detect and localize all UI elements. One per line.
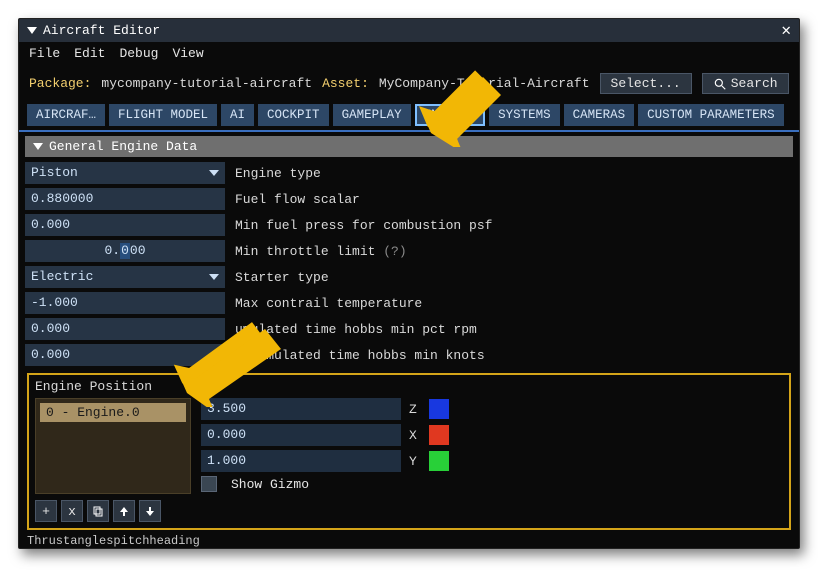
engine-list-box[interactable]: 0 - Engine.0 — [35, 398, 191, 494]
engine-position-panel: Engine Position 0 - Engine.0 + x — [27, 373, 791, 530]
property-label: Starter type — [225, 270, 329, 285]
numeric-field[interactable]: 0.880000 — [25, 188, 225, 210]
menu-file[interactable]: File — [29, 46, 60, 61]
engine-move-up-button[interactable] — [113, 500, 135, 522]
engine-coords: 3.500 Z 0.000 X 1.000 Y Show Gizmo — [201, 398, 783, 522]
axis-color-swatch — [429, 399, 449, 419]
package-row: Package: mycompany-tutorial-aircraft Ass… — [19, 65, 799, 98]
property-row: 0.880000Fuel flow scalar — [25, 187, 793, 211]
property-label: Max contrail temperature — [225, 296, 422, 311]
section-title: General Engine Data — [49, 139, 197, 154]
dropdown-field[interactable]: Electric — [25, 266, 225, 288]
property-row: 0.000Min throttle limit (?) — [25, 239, 793, 263]
property-label: umulated time hobbs min pct rpm — [225, 322, 477, 337]
general-engine-data-rows: PistonEngine type0.880000Fuel flow scala… — [19, 161, 799, 367]
tab-aircraft[interactable]: AIRCRAF… — [27, 104, 105, 126]
axis-label: X — [409, 428, 421, 443]
asset-value: MyCompany-Tutorial-Aircraft — [379, 76, 590, 91]
engine-position-title: Engine Position — [35, 379, 783, 394]
engine-list: 0 - Engine.0 + x — [35, 398, 191, 522]
search-button[interactable]: Search — [702, 73, 789, 94]
hint-icon[interactable]: (?) — [375, 244, 406, 259]
engine-copy-button[interactable] — [87, 500, 109, 522]
tab-cockpit[interactable]: COCKPIT — [258, 104, 329, 126]
coord-row: 0.000 X — [201, 424, 783, 446]
window-title: Aircraft Editor — [43, 23, 160, 38]
aircraft-editor-window: Aircraft Editor ✕ File Edit Debug View P… — [18, 18, 800, 549]
property-row: 0.000Accumulated time hobbs min knots — [25, 343, 793, 367]
property-row: 0.000Min fuel press for combustion psf — [25, 213, 793, 237]
tab-ai[interactable]: AI — [221, 104, 254, 126]
menu-debug[interactable]: Debug — [119, 46, 158, 61]
axis-color-swatch — [429, 425, 449, 445]
copy-icon — [92, 505, 104, 517]
property-row: 0.000 umulated time hobbs min pct rpm — [25, 317, 793, 341]
tab-cameras[interactable]: CAMERAS — [564, 104, 635, 126]
show-gizmo-checkbox[interactable] — [201, 476, 217, 492]
close-icon[interactable]: ✕ — [781, 24, 791, 38]
property-row: -1.000Max contrail temperature — [25, 291, 793, 315]
search-icon — [713, 77, 727, 91]
property-label: Engine type — [225, 166, 321, 181]
package-label: Package: — [29, 76, 91, 91]
titlebar: Aircraft Editor ✕ — [19, 19, 799, 42]
arrow-up-icon — [118, 505, 130, 517]
tab-engines[interactable]: ENGINES — [415, 104, 486, 126]
arrow-down-icon — [144, 505, 156, 517]
menu-view[interactable]: View — [172, 46, 203, 61]
property-label: Min fuel press for combustion psf — [225, 218, 492, 233]
engine-list-item[interactable]: 0 - Engine.0 — [40, 403, 186, 422]
engine-add-button[interactable]: + — [35, 500, 57, 522]
axis-label: Z — [409, 402, 421, 417]
package-value: mycompany-tutorial-aircraft — [101, 76, 312, 91]
coord-row: 1.000 Y — [201, 450, 783, 472]
show-gizmo-label: Show Gizmo — [225, 477, 309, 492]
numeric-field[interactable]: 0.000 — [25, 344, 225, 366]
tabs: AIRCRAF… FLIGHT MODEL AI COCKPIT GAMEPLA… — [19, 98, 799, 132]
property-label: Accumulated time hobbs min knots — [225, 348, 485, 363]
tab-systems[interactable]: SYSTEMS — [489, 104, 560, 126]
engine-move-down-button[interactable] — [139, 500, 161, 522]
coord-field-y[interactable]: 1.000 — [201, 450, 401, 472]
engine-delete-button[interactable]: x — [61, 500, 83, 522]
coord-field-z[interactable]: 3.500 — [201, 398, 401, 420]
tab-custom-parameters[interactable]: CUSTOM PARAMETERS — [638, 104, 784, 126]
numeric-field[interactable]: -1.000 — [25, 292, 225, 314]
menu-edit[interactable]: Edit — [74, 46, 105, 61]
property-label: Fuel flow scalar — [225, 192, 360, 207]
numeric-field[interactable]: 0.000 — [25, 214, 225, 236]
property-row: PistonEngine type — [25, 161, 793, 185]
axis-color-swatch — [429, 451, 449, 471]
select-button[interactable]: Select... — [600, 73, 692, 94]
dropdown-field[interactable]: Piston — [25, 162, 225, 184]
property-label: Min throttle limit (?) — [225, 244, 407, 259]
clipped-section-label: Thrustanglespitchheading — [19, 534, 799, 548]
coord-field-x[interactable]: 0.000 — [201, 424, 401, 446]
tab-flight-model[interactable]: FLIGHT MODEL — [109, 104, 217, 126]
coord-row: 3.500 Z — [201, 398, 783, 420]
tab-gameplay[interactable]: GAMEPLAY — [333, 104, 411, 126]
section-general-engine-data[interactable]: General Engine Data — [25, 136, 793, 157]
collapse-icon[interactable] — [27, 27, 37, 34]
axis-label: Y — [409, 454, 421, 469]
section-collapse-icon — [33, 143, 43, 150]
numeric-field[interactable]: 0.000 — [25, 240, 225, 262]
menubar: File Edit Debug View — [19, 42, 799, 65]
show-gizmo-row: Show Gizmo — [201, 476, 783, 492]
numeric-field[interactable]: 0.000 — [25, 318, 225, 340]
property-row: ElectricStarter type — [25, 265, 793, 289]
asset-label: Asset: — [322, 76, 369, 91]
